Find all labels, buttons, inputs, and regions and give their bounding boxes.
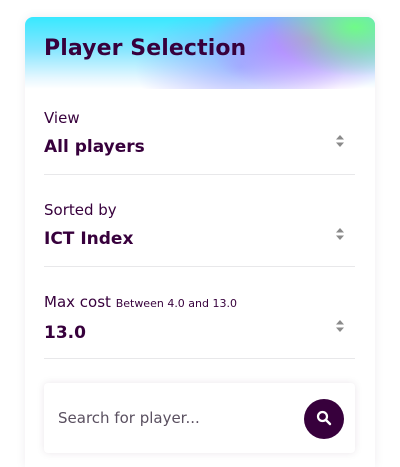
search-input[interactable] <box>58 403 288 433</box>
sort-label: Sorted by <box>44 201 117 219</box>
sort-select[interactable]: Sorted by ICT Index <box>44 200 355 267</box>
panel-title: Player Selection <box>44 36 247 61</box>
view-select[interactable]: View All players <box>44 108 355 175</box>
view-value: All players <box>44 137 145 157</box>
search-icon <box>316 410 332 429</box>
max-cost-select[interactable]: Max cost Between 4.0 and 13.0 13.0 <box>44 292 355 359</box>
panel-header: Player Selection <box>25 17 375 89</box>
sort-arrows-icon <box>335 134 345 148</box>
max-cost-value: 13.0 <box>44 323 86 343</box>
sort-arrows-icon <box>335 319 345 333</box>
max-cost-range: Between 4.0 and 13.0 <box>115 297 237 310</box>
sort-arrows-icon <box>335 227 345 241</box>
view-label: View <box>44 109 80 127</box>
max-cost-label-row: Max cost Between 4.0 and 13.0 <box>44 292 355 314</box>
search-button[interactable] <box>304 399 344 439</box>
player-search <box>44 383 355 453</box>
max-cost-label: Max cost <box>44 293 111 311</box>
sort-value: ICT Index <box>44 229 134 249</box>
player-selection-panel: Player Selection View All players Sorted… <box>25 17 375 467</box>
